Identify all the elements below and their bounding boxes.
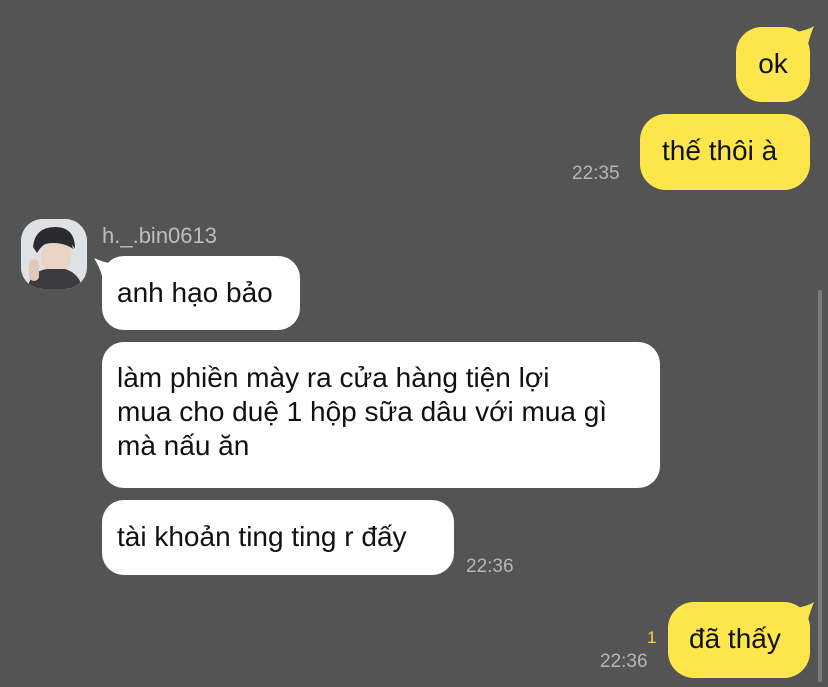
bubble-tail-icon [796,602,814,620]
message-text-line: mà nấu ăn [117,430,250,461]
message-text-line: làm phiền mày ra cửa hàng tiện lợi [117,362,550,393]
sender-avatar[interactable] [21,219,87,289]
message-timestamp: 22:36 [466,556,514,577]
outgoing-message[interactable]: đã thấy [668,602,810,678]
avatar-photo-icon [21,219,87,289]
outgoing-message[interactable]: thế thôi à [640,114,810,190]
message-timestamp: 22:35 [572,163,620,184]
message-text: đã thấy [689,623,781,654]
bubble-tail-icon [796,26,814,44]
sender-name: h._.bin0613 [102,223,217,248]
message-text: ok [758,48,788,79]
message-text: tài khoản ting ting r đấy [117,521,407,552]
incoming-message[interactable]: làm phiền mày ra cửa hàng tiện lợi mua c… [102,342,660,488]
message-text: anh hạo bảo [117,277,273,308]
incoming-message[interactable]: tài khoản ting ting r đấy [102,500,454,575]
message-timestamp: 22:36 [600,651,648,672]
incoming-message[interactable]: anh hạo bảo [102,256,300,330]
chat-scrollbar[interactable] [818,290,822,682]
message-text: thế thôi à [662,135,778,166]
unread-count-badge: 1 [647,628,657,647]
message-text-line: mua cho duệ 1 hộp sữa dâu với mua gì [117,396,608,427]
